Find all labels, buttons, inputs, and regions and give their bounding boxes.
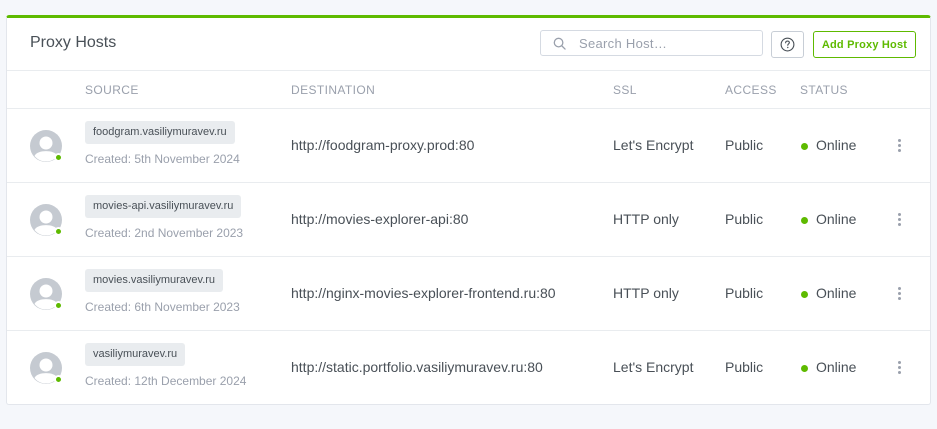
row-menu-icon[interactable]: [891, 283, 907, 303]
card-header: Proxy Hosts Add Proxy Host: [7, 18, 930, 71]
online-indicator: [54, 301, 63, 310]
created-date: Created: 6th November 2023: [85, 300, 240, 314]
row-menu-icon[interactable]: [891, 357, 907, 377]
status-cell: Online: [816, 359, 857, 375]
destination-cell: http://movies-explorer-api:80: [291, 211, 469, 227]
destination-cell: http://static.portfolio.vasiliymuravev.r…: [291, 359, 543, 375]
question-circle-icon: [780, 37, 795, 52]
status-cell: Online: [816, 211, 857, 227]
created-date: Created: 2nd November 2023: [85, 226, 244, 240]
row-menu-icon[interactable]: [891, 209, 907, 229]
avatar: [30, 130, 63, 162]
status-dot: [801, 291, 808, 298]
column-destination: DESTINATION: [291, 83, 376, 97]
row-menu-icon[interactable]: [891, 135, 907, 155]
search-input[interactable]: [579, 34, 754, 53]
search-box[interactable]: [540, 30, 763, 56]
proxy-hosts-card: Proxy Hosts Add Proxy Host SOURCE DESTIN…: [6, 15, 931, 405]
column-status: STATUS: [800, 83, 848, 97]
ssl-cell: HTTP only: [613, 285, 679, 301]
domain-tag[interactable]: foodgram.vasiliymuravev.ru: [85, 121, 235, 144]
access-cell: Public: [725, 137, 764, 153]
search-icon: [553, 37, 566, 50]
status-dot: [801, 143, 808, 150]
page-title: Proxy Hosts: [30, 34, 117, 51]
online-indicator: [54, 375, 63, 384]
avatar: [30, 278, 63, 310]
ssl-cell: Let's Encrypt: [613, 359, 694, 375]
table-row: movies-api.vasiliymuravev.ru Created: 2n…: [7, 183, 930, 257]
avatar: [30, 352, 63, 384]
status-dot: [801, 217, 808, 224]
destination-cell: http://foodgram-proxy.prod:80: [291, 137, 475, 153]
table-header: SOURCE DESTINATION SSL ACCESS STATUS: [7, 71, 930, 109]
destination-cell: http://nginx-movies-explorer-frontend.ru…: [291, 285, 556, 301]
ssl-cell: Let's Encrypt: [613, 137, 694, 153]
domain-tag[interactable]: vasiliymuravev.ru: [85, 343, 186, 366]
column-ssl: SSL: [613, 83, 637, 97]
status-cell: Online: [816, 137, 857, 153]
status-dot: [801, 365, 808, 372]
add-proxy-host-button[interactable]: Add Proxy Host: [813, 31, 916, 58]
table-row: movies.vasiliymuravev.ru Created: 6th No…: [7, 257, 930, 331]
domain-tag[interactable]: movies.vasiliymuravev.ru: [85, 269, 224, 292]
created-date: Created: 5th November 2024: [85, 152, 240, 166]
access-cell: Public: [725, 359, 764, 375]
access-cell: Public: [725, 285, 764, 301]
created-date: Created: 12th December 2024: [85, 374, 247, 388]
ssl-cell: HTTP only: [613, 211, 679, 227]
online-indicator: [54, 227, 63, 236]
avatar: [30, 204, 63, 236]
hosts-table-body: foodgram.vasiliymuravev.ru Created: 5th …: [7, 109, 930, 405]
table-row: vasiliymuravev.ru Created: 12th December…: [7, 331, 930, 405]
domain-tag[interactable]: movies-api.vasiliymuravev.ru: [85, 195, 242, 218]
help-button[interactable]: [771, 31, 804, 58]
table-row: foodgram.vasiliymuravev.ru Created: 5th …: [7, 109, 930, 183]
column-source: SOURCE: [85, 83, 139, 97]
status-cell: Online: [816, 285, 857, 301]
column-access: ACCESS: [725, 83, 777, 97]
online-indicator: [54, 153, 63, 162]
access-cell: Public: [725, 211, 764, 227]
